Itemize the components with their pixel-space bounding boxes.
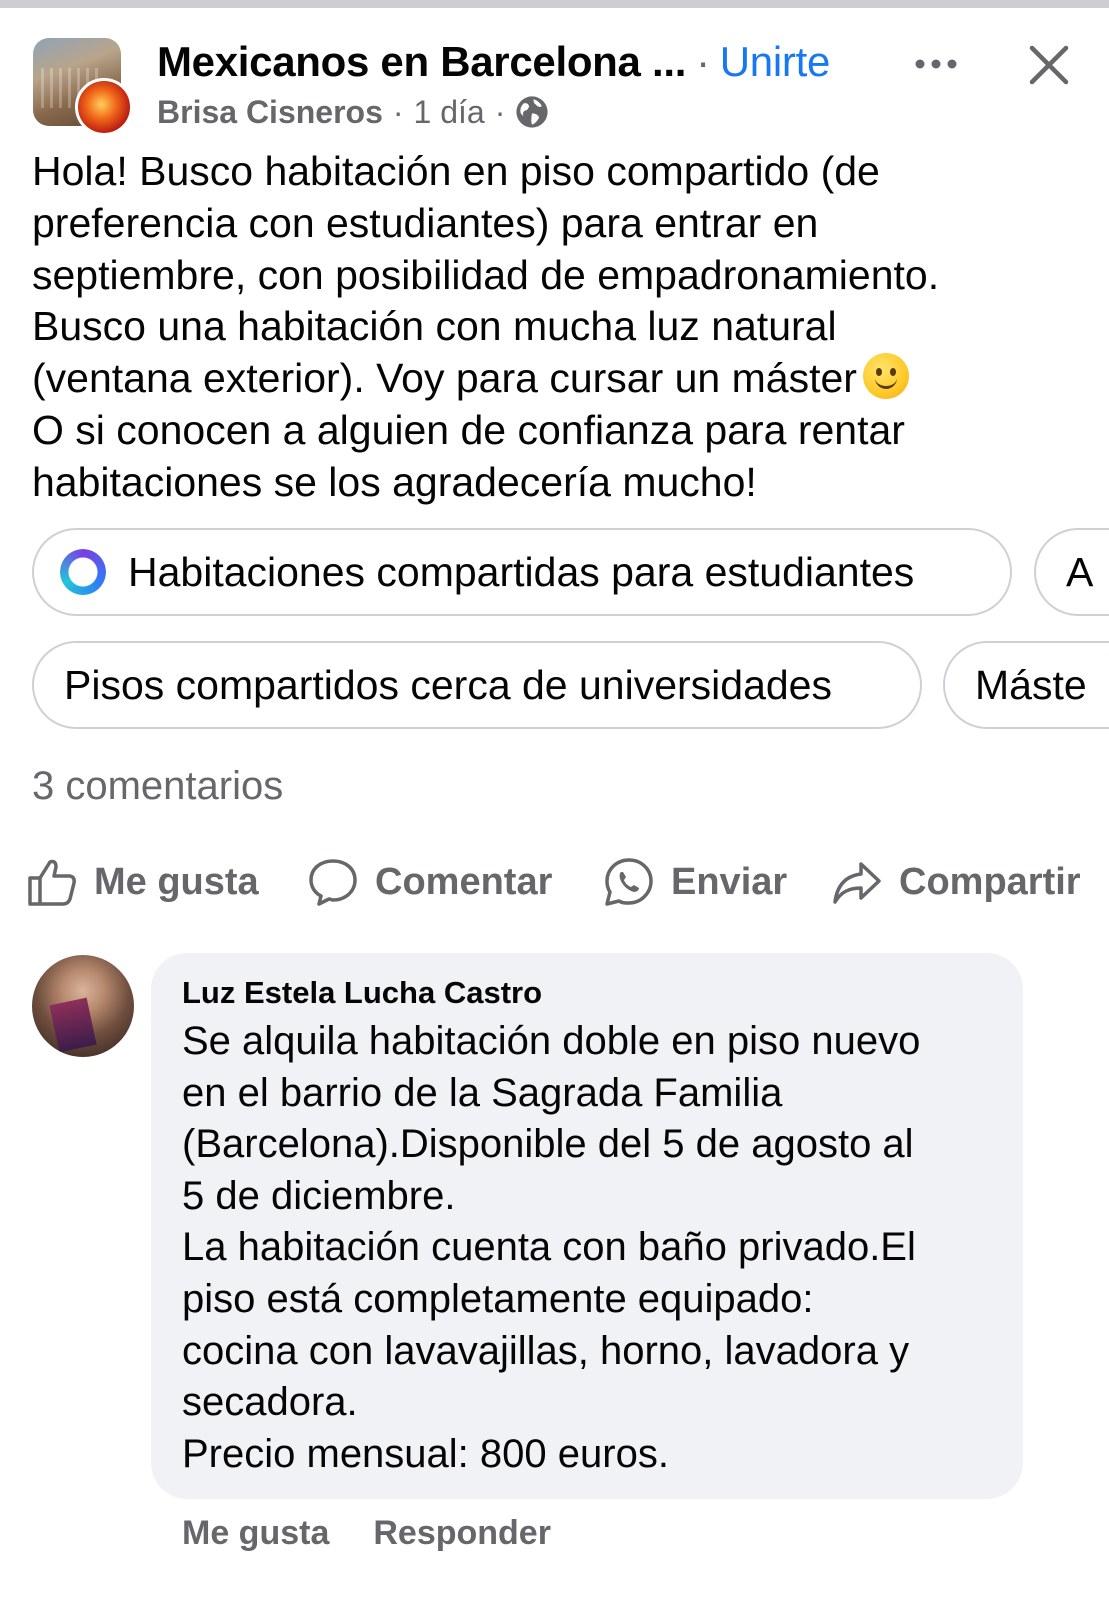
whatsapp-icon [605, 858, 653, 906]
title-separator: · [696, 38, 710, 85]
share-button[interactable]: Compartir [831, 852, 1081, 912]
smiling-face-icon [862, 353, 909, 400]
comment-button[interactable]: Comentar [307, 852, 552, 912]
chip-label: Habitaciones compartidas para estudiante… [128, 548, 915, 595]
suggestion-chip-partial[interactable]: A [1034, 528, 1109, 616]
thumbs-up-icon [28, 859, 76, 906]
comment-like-button[interactable]: Me gusta [182, 1514, 329, 1553]
send-label: Enviar [671, 860, 788, 903]
comments-count-link[interactable]: 3 comentarios [32, 764, 283, 809]
globe-icon [516, 96, 548, 128]
comment-actions: Me gusta Responder [182, 1510, 551, 1556]
commenter-name-link[interactable]: Luz Estela Lucha Castro [182, 975, 542, 1011]
chip-label: Pisos compartidos cerca de universidades [64, 661, 832, 708]
chip-label: Máste [975, 661, 1087, 708]
comment-label: Comentar [375, 860, 553, 903]
suggestion-chip-shared-rooms[interactable]: Habitaciones compartidas para estudiante… [32, 528, 1012, 616]
commenter-avatar[interactable] [32, 955, 134, 1057]
more-options-icon[interactable] [912, 44, 960, 84]
suggestion-chip-shared-flats[interactable]: Pisos compartidos cerca de universidades [32, 641, 922, 729]
like-label: Me gusta [94, 860, 259, 903]
suggestion-chip-master[interactable]: Máste [943, 641, 1109, 729]
comment-reply-button[interactable]: Responder [373, 1514, 551, 1553]
share-arrow-icon [833, 862, 881, 904]
like-button[interactable]: Me gusta [26, 852, 259, 912]
meta-separator: · [494, 93, 506, 130]
author-avatar[interactable] [75, 78, 133, 136]
post-meta: Brisa Cisneros · 1 día · [157, 92, 549, 132]
author-name-link[interactable]: Brisa Cisneros [157, 94, 383, 131]
post-text: Hola! Busco habitación en piso compartid… [32, 148, 940, 402]
group-avatar[interactable] [33, 38, 133, 136]
comment-bubble-icon [309, 859, 357, 906]
chip-label: A [1066, 548, 1094, 595]
share-label: Compartir [899, 860, 1081, 903]
post-body: Hola! Busco habitación en piso compartid… [32, 146, 1102, 509]
join-group-button[interactable]: Unirte [720, 38, 831, 86]
comment-text: Se alquila habitación doble en piso nuev… [182, 1019, 921, 1476]
meta-separator: · [392, 93, 404, 130]
top-divider [0, 0, 1109, 8]
close-icon[interactable] [1024, 40, 1074, 90]
post-header-title: Mexicanos en Barcelona ... · Unirte [157, 38, 830, 86]
meta-ai-ring-icon [60, 549, 106, 595]
post-text-continued: O si conocen a alguien de confianza para… [32, 406, 905, 505]
post-timestamp[interactable]: 1 día [414, 94, 485, 131]
send-whatsapp-button[interactable]: Enviar [603, 852, 787, 912]
group-name-link[interactable]: Mexicanos en Barcelona ... [157, 38, 686, 86]
